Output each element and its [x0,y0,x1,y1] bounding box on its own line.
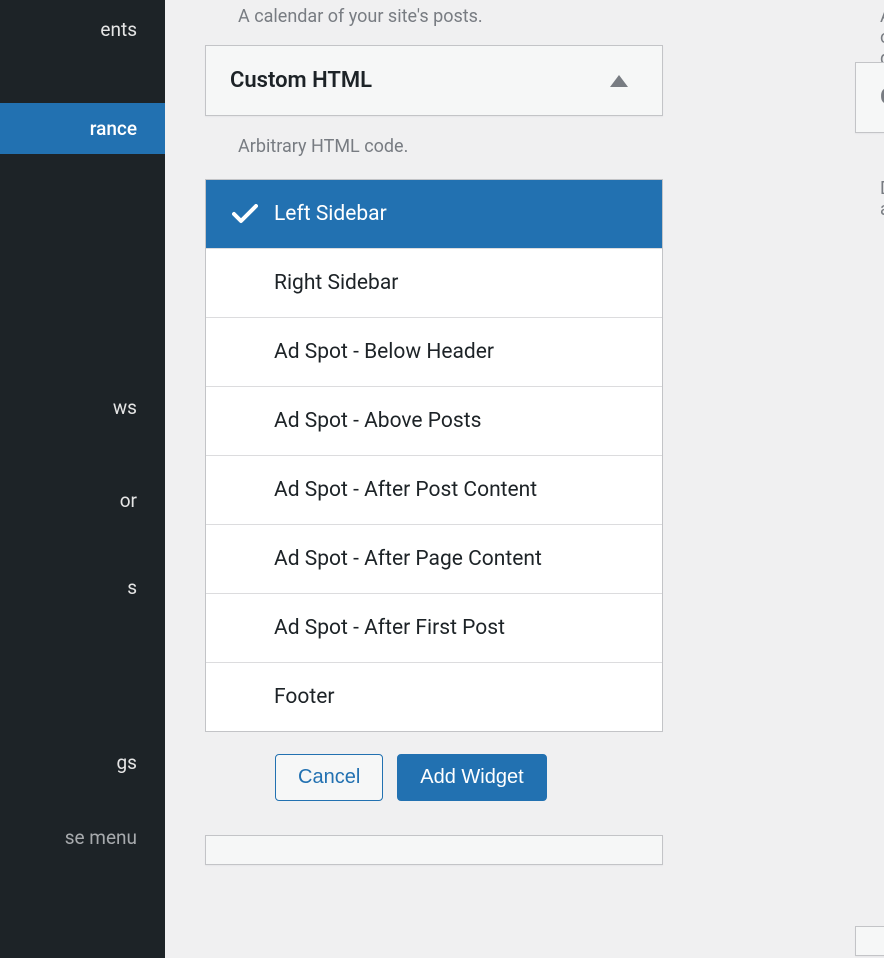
checkmark-icon [232,204,258,224]
area-label: Ad Spot - After Post Content [274,478,640,502]
chevron-up-icon [610,75,628,87]
sidebar-item-comments[interactable]: ents [0,6,165,53]
area-item-left-sidebar[interactable]: Left Sidebar [206,180,662,249]
area-item-footer[interactable]: Footer [206,663,662,731]
gallery-description: Displays an ima [880,178,884,220]
area-label: Left Sidebar [274,202,640,226]
sidebar-item-editor[interactable]: or [0,481,165,520]
sidebar-collapse-menu[interactable]: se menu [0,818,165,857]
widget-header-custom-html[interactable]: Custom HTML [205,45,663,116]
widget-title: Custom HTML [230,68,372,93]
widget-custom-html: Custom HTML Arbitrary HTML code. Left Si… [205,45,663,865]
widget-area-list: Left Sidebar Right Sidebar Ad Spot - Bel… [205,179,663,732]
admin-sidebar: ents rance ws or s gs se menu [0,0,165,958]
area-label: Ad Spot - Above Posts [274,409,640,433]
prev-widget-description: A calendar of your site's posts. [238,6,884,27]
area-item-after-page-content[interactable]: Ad Spot - After Page Content [206,525,662,594]
sidebar-item-reviews[interactable]: ws [0,388,165,427]
next-widget-card[interactable] [205,835,663,865]
area-item-above-posts[interactable]: Ad Spot - Above Posts [206,387,662,456]
check-wrap [232,204,274,224]
area-item-below-header[interactable]: Ad Spot - Below Header [206,318,662,387]
cancel-button[interactable]: Cancel [275,754,383,801]
right-prev-widget-description: A list or dropdo [880,6,884,69]
area-item-after-post-content[interactable]: Ad Spot - After Post Content [206,456,662,525]
actions: Cancel Add Widget [275,754,663,801]
area-label: Footer [274,685,640,709]
sidebar-item-settings[interactable]: gs [0,741,165,784]
widget-description: Arbitrary HTML code. [238,136,663,157]
add-widget-button[interactable]: Add Widget [397,754,546,801]
area-item-after-first-post[interactable]: Ad Spot - After First Post [206,594,662,663]
next-right-widget-card[interactable] [855,926,884,956]
area-label: Ad Spot - After Page Content [274,547,640,571]
sidebar-item-appearance[interactable]: rance [0,103,165,154]
area-item-right-sidebar[interactable]: Right Sidebar [206,249,662,318]
area-label: Right Sidebar [274,271,640,295]
sidebar-item-plugins[interactable]: s [0,564,165,611]
widget-gallery[interactable]: Gallery [855,62,884,133]
area-label: Ad Spot - After First Post [274,616,640,640]
area-label: Ad Spot - Below Header [274,340,640,364]
main-content: A calendar of your site's posts. A list … [165,0,884,958]
